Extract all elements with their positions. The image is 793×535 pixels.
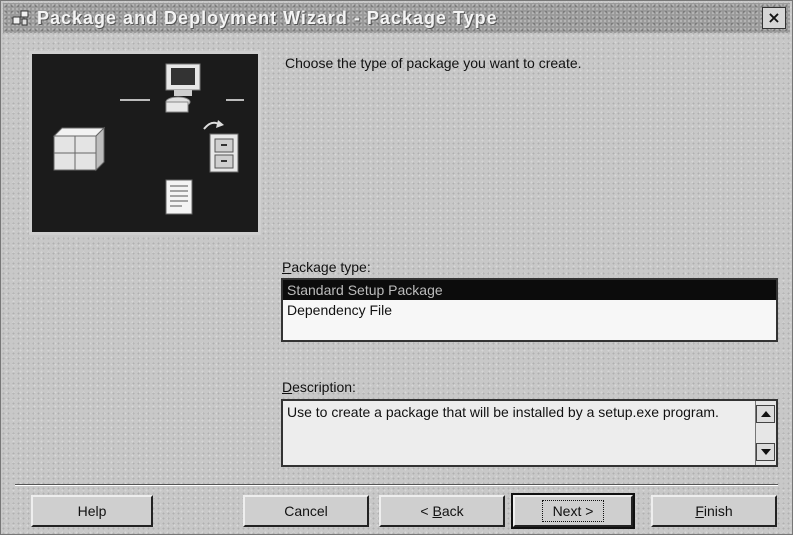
- close-button[interactable]: ×: [762, 7, 786, 29]
- button-separator: [15, 484, 778, 486]
- scroll-up-button[interactable]: [756, 405, 775, 423]
- package-type-list[interactable]: Standard Setup Package Dependency File: [281, 278, 778, 342]
- help-button-label: Help: [77, 503, 107, 519]
- help-button[interactable]: Help: [31, 495, 153, 527]
- finish-button[interactable]: Finish: [651, 495, 777, 527]
- wizard-illustration: [29, 51, 261, 235]
- window-title: Package and Deployment Wizard - Package …: [37, 7, 498, 28]
- description-box[interactable]: Use to create a package that will be ins…: [281, 399, 778, 467]
- file-cabinet-icon: [209, 133, 239, 173]
- wizard-prompt: Choose the type of package you want to c…: [285, 55, 582, 71]
- back-button-label: ack: [441, 503, 464, 519]
- document-icon: [165, 179, 193, 215]
- package-box-icon: [52, 126, 106, 172]
- description-label: Description:: [282, 379, 356, 395]
- title-bar: Package and Deployment Wizard - Package …: [3, 3, 790, 33]
- package-type-label-accesskey: P: [282, 259, 292, 275]
- back-button-prefix: <: [420, 503, 433, 519]
- computer-icon: [165, 63, 201, 113]
- back-button[interactable]: < Back: [379, 495, 505, 527]
- finish-button-label: inish: [703, 503, 733, 519]
- next-button[interactable]: Next >: [511, 493, 635, 529]
- cancel-button[interactable]: Cancel: [243, 495, 369, 527]
- illustration-graphic: [52, 63, 244, 215]
- back-button-accesskey: B: [432, 503, 442, 519]
- description-scrollbar[interactable]: [755, 401, 776, 465]
- wizard-app-icon: [12, 10, 29, 26]
- close-icon: ×: [767, 8, 781, 27]
- package-type-label: Package type:: [282, 259, 371, 275]
- cancel-button-label: Cancel: [284, 503, 328, 519]
- finish-button-accesskey: F: [695, 503, 704, 519]
- scroll-down-button[interactable]: [756, 443, 775, 461]
- scroll-down-arrow-icon: [760, 449, 771, 455]
- description-label-accesskey: D: [282, 379, 293, 395]
- list-item-dependency-file[interactable]: Dependency File: [283, 300, 776, 320]
- scroll-up-arrow-icon: [760, 411, 771, 417]
- description-label-text: escription:: [292, 379, 356, 395]
- list-item-standard-setup-package[interactable]: Standard Setup Package: [283, 280, 776, 300]
- package-type-label-text: ackage type:: [291, 259, 371, 275]
- wizard-window: Package and Deployment Wizard - Package …: [0, 0, 793, 535]
- description-text: Use to create a package that will be ins…: [287, 404, 719, 420]
- next-button-label: Next >: [541, 500, 605, 522]
